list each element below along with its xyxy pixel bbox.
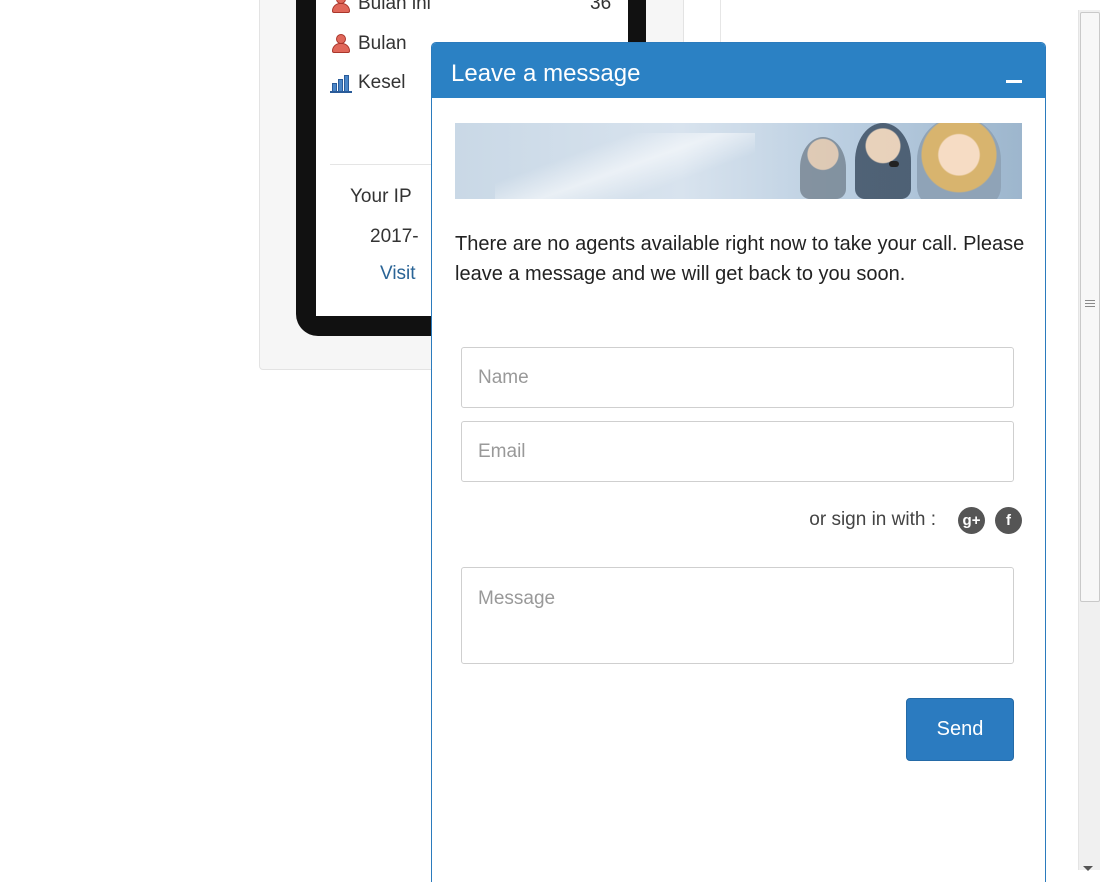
stat-label: Bulan ini bbox=[358, 0, 431, 14]
facebook-icon[interactable]: f bbox=[995, 506, 1022, 534]
stat-row-total: Kesel bbox=[330, 71, 406, 95]
user-red-icon bbox=[330, 34, 352, 54]
bar-chart-icon bbox=[330, 73, 352, 93]
stat-value: 36 bbox=[590, 0, 612, 14]
email-input[interactable] bbox=[461, 421, 1014, 482]
no-agents-message: There are no agents available right now … bbox=[455, 233, 1025, 285]
chat-title: Leave a message bbox=[451, 60, 641, 87]
google-plus-icon[interactable]: g+ bbox=[958, 506, 985, 534]
social-signin: or sign in with : g+ f bbox=[752, 505, 1022, 535]
scroll-down-arrow-icon[interactable] bbox=[1083, 866, 1093, 871]
message-input[interactable] bbox=[461, 567, 1014, 664]
stat-row-last-month: Bulan bbox=[330, 32, 407, 56]
date-text: 2017- bbox=[370, 226, 419, 247]
minus-icon[interactable] bbox=[1000, 65, 1028, 89]
stat-row-this-month: Bulan ini 36 bbox=[330, 0, 611, 16]
visit-link[interactable]: Visit bbox=[380, 263, 416, 285]
support-agents-banner bbox=[455, 123, 1022, 199]
ip-label: Your IP bbox=[350, 186, 412, 207]
chat-header[interactable]: Leave a message bbox=[432, 43, 1045, 98]
stat-label: Bulan bbox=[358, 33, 407, 54]
stat-label: Kesel bbox=[358, 72, 406, 93]
chat-widget: Leave a message There are no agents avai… bbox=[431, 42, 1046, 882]
signin-label: or sign in with : bbox=[809, 509, 936, 530]
grip-icon bbox=[1085, 300, 1095, 310]
user-red-icon bbox=[330, 0, 352, 14]
name-input[interactable] bbox=[461, 347, 1014, 408]
send-button[interactable]: Send bbox=[906, 698, 1014, 761]
page: Bulan ini 36 Bulan Kesel Your IP 2017- V… bbox=[0, 0, 1102, 882]
